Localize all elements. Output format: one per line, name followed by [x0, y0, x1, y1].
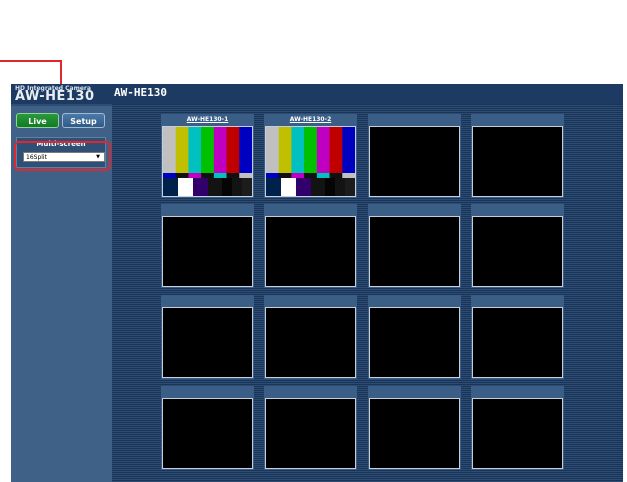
camera-cell-label[interactable]: AW-HE130-1 — [161, 114, 254, 125]
camera-video-screen[interactable] — [162, 398, 253, 469]
camera-cell-label — [471, 204, 564, 215]
camera-video-screen[interactable] — [265, 126, 356, 197]
camera-cell-label — [161, 204, 254, 215]
camera-cell — [368, 204, 461, 288]
camera-video-screen[interactable] — [369, 307, 460, 378]
camera-cell — [368, 295, 461, 379]
camera-cell — [264, 295, 357, 379]
camera-video-screen[interactable] — [472, 307, 563, 378]
camera-cell — [264, 386, 357, 470]
camera-video-screen[interactable] — [369, 126, 460, 197]
camera-cell-label — [264, 204, 357, 215]
camera-video-screen[interactable] — [369, 398, 460, 469]
camera-cell — [471, 295, 564, 379]
camera-cell — [368, 114, 461, 198]
camera-cell: AW-HE130-2 — [264, 114, 357, 198]
camera-cell — [471, 204, 564, 288]
camera-cell-label — [161, 386, 254, 397]
camera-cell-label — [471, 295, 564, 306]
camera-video-screen[interactable] — [162, 216, 253, 287]
camera-cell: AW-HE130-1 — [161, 114, 254, 198]
camera-cell — [161, 295, 254, 379]
camera-cell-label — [368, 386, 461, 397]
multiscreen-grid: AW-HE130-1 AW-HE130-2 — [112, 104, 623, 482]
camera-cell — [161, 204, 254, 288]
camera-cell-label — [471, 114, 564, 125]
camera-video-screen[interactable] — [369, 216, 460, 287]
camera-cell-label[interactable]: AW-HE130-2 — [264, 114, 357, 125]
tab-setup[interactable]: Setup — [62, 113, 105, 128]
camera-cell — [471, 386, 564, 470]
tab-live[interactable]: Live — [16, 113, 59, 128]
camera-cell — [264, 204, 357, 288]
camera-cell-label — [368, 204, 461, 215]
color-bars-image — [163, 127, 252, 196]
camera-video-screen[interactable] — [472, 126, 563, 197]
brand-logo: HD Integrated Camera AW-HE130 — [11, 84, 111, 104]
sidebar-divider — [11, 104, 112, 106]
color-bars-image — [266, 127, 355, 196]
camera-video-screen[interactable] — [265, 307, 356, 378]
camera-cell-label — [471, 386, 564, 397]
annotation-highlight-box — [14, 141, 111, 171]
camera-cell-label — [368, 114, 461, 125]
camera-cell-label — [161, 295, 254, 306]
camera-cell — [161, 386, 254, 470]
camera-video-screen[interactable] — [162, 126, 253, 197]
annotation-leader-line — [0, 60, 62, 62]
header-bar: HD Integrated Camera AW-HE130 AW-HE130 — [11, 84, 623, 104]
camera-video-screen[interactable] — [265, 216, 356, 287]
camera-cell — [368, 386, 461, 470]
camera-cell-label — [264, 295, 357, 306]
camera-cell — [471, 114, 564, 198]
camera-video-screen[interactable] — [162, 307, 253, 378]
camera-cell-label — [264, 386, 357, 397]
camera-video-screen[interactable] — [265, 398, 356, 469]
camera-video-screen[interactable] — [472, 216, 563, 287]
camera-video-screen[interactable] — [472, 398, 563, 469]
brand-model: AW-HE130 — [15, 89, 95, 104]
page-title: AW-HE130 — [114, 86, 167, 99]
camera-cell-label — [368, 295, 461, 306]
